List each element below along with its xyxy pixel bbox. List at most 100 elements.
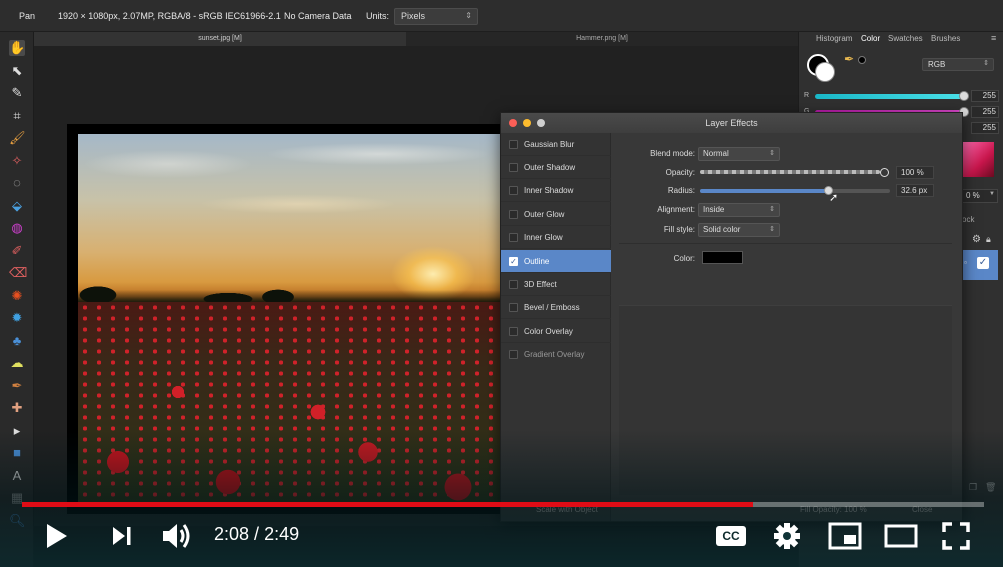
effect-checkbox[interactable]: [509, 186, 518, 195]
effect-outer-shadow[interactable]: Outer Shadow: [501, 156, 611, 179]
volume-icon[interactable]: [160, 520, 194, 552]
color-mode-select[interactable]: RGB ⇕: [922, 58, 994, 71]
fill-style-select[interactable]: Solid color ⇕: [698, 223, 780, 237]
layer-opacity-field[interactable]: 0 % ▼: [962, 189, 998, 203]
layer-lock-icon[interactable]: ▫: [964, 258, 967, 267]
lock-icon[interactable]: 🔒︎: [986, 234, 991, 245]
effect-gaussian-blur[interactable]: Gaussian Blur: [501, 133, 611, 156]
blend-mode-select[interactable]: Normal ⇕: [698, 147, 780, 161]
move-tool-icon[interactable]: ⬉: [9, 63, 25, 79]
zoom-window-icon[interactable]: [537, 119, 545, 127]
selection-brush-tool-icon[interactable]: ✧: [9, 153, 25, 169]
green-channel-value[interactable]: 255: [971, 106, 999, 118]
effect-bevel-emboss[interactable]: Bevel / Emboss: [501, 296, 611, 319]
tab-color[interactable]: Color: [861, 34, 880, 43]
crop-tool-icon[interactable]: ⌗: [9, 108, 25, 124]
select-arrows-icon: ⇕: [983, 60, 989, 67]
effect-checkbox[interactable]: [509, 303, 518, 312]
opacity-label: Opacity:: [665, 168, 695, 177]
blend-mode-label: Blend mode:: [650, 149, 695, 158]
mouse-cursor-icon: ➚: [829, 192, 839, 204]
flood-fill-tool-icon[interactable]: ⬙: [9, 198, 25, 214]
smudge-tool-icon[interactable]: ☁: [9, 355, 25, 371]
effect-inner-shadow[interactable]: Inner Shadow: [501, 179, 611, 202]
close-window-icon[interactable]: [509, 119, 517, 127]
units-select[interactable]: Pixels ⇕: [394, 8, 478, 25]
effect-outer-glow[interactable]: Outer Glow: [501, 203, 611, 226]
stroke-color-well[interactable]: [815, 62, 835, 82]
color-picker-tool-icon[interactable]: ✎: [9, 85, 25, 101]
color-wells[interactable]: [807, 52, 839, 84]
select-arrows-icon: ⇕: [769, 206, 775, 213]
current-time: 2:08: [214, 524, 250, 544]
opacity-value[interactable]: 100 %: [896, 166, 934, 179]
fullscreen-icon[interactable]: [942, 522, 970, 550]
blur-tool-icon[interactable]: ✒: [9, 378, 25, 394]
document-info: 1920 × 1080px, 2.07MP, RGBA/8 - sRGB IEC…: [58, 11, 281, 21]
red-slider-knob[interactable]: [959, 91, 969, 101]
alignment-select[interactable]: Inside ⇕: [698, 203, 780, 217]
tab-swatches[interactable]: Swatches: [888, 34, 923, 43]
color-spectrum-box[interactable]: [962, 142, 994, 177]
play-icon[interactable]: [44, 522, 70, 550]
effect-checkbox[interactable]: [509, 280, 518, 289]
paint-brush-tool-icon[interactable]: 🖌︎: [9, 130, 26, 146]
effect-inner-glow[interactable]: Inner Glow: [501, 226, 611, 249]
outline-color-swatch[interactable]: [702, 251, 743, 264]
effect-color-overlay[interactable]: Color Overlay: [501, 320, 611, 343]
red-channel-label: R: [804, 92, 810, 99]
chevron-down-icon: ▼: [989, 191, 995, 197]
effect-checkbox[interactable]: [509, 233, 518, 242]
select-arrows-icon: ⇕: [769, 150, 775, 157]
next-icon[interactable]: [110, 524, 134, 548]
red-channel-slider[interactable]: [815, 94, 963, 99]
effect-3d[interactable]: 3D Effect: [501, 273, 611, 296]
burn-tool-icon[interactable]: ✹: [9, 310, 25, 326]
dialog-title-bar[interactable]: Layer Effects: [501, 113, 962, 133]
gradient-tool-icon[interactable]: ◍: [9, 220, 25, 236]
healing-tool-icon[interactable]: ✚: [9, 400, 25, 416]
erase-brush-tool-icon[interactable]: ⌫: [9, 265, 27, 281]
opacity-slider[interactable]: [700, 170, 880, 174]
effect-outline[interactable]: ✓ Outline: [501, 250, 611, 273]
color-mode-value: RGB: [928, 60, 946, 69]
clone-tool-icon[interactable]: ♣: [9, 333, 25, 349]
effect-checkbox[interactable]: [509, 140, 518, 149]
alignment-label: Alignment:: [657, 205, 695, 214]
picked-color-dot: [858, 56, 866, 64]
gear-icon[interactable]: [772, 521, 802, 551]
effect-checkbox[interactable]: [509, 210, 518, 219]
doc-tab-sunset[interactable]: sunset.jpg [M]: [34, 32, 406, 46]
gear-icon[interactable]: ⚙: [972, 234, 981, 245]
red-channel-value[interactable]: 255: [971, 90, 999, 102]
layer-visibility-checkbox[interactable]: ✓: [977, 257, 989, 269]
selected-layer-row[interactable]: ▫ ✓: [962, 250, 998, 280]
effect-checkbox-checked[interactable]: ✓: [509, 257, 518, 266]
effect-label: Inner Shadow: [524, 186, 574, 195]
radius-slider-fill: [700, 189, 830, 193]
minimize-window-icon[interactable]: [523, 119, 531, 127]
doc-tab-hammer[interactable]: Hammer.png [M]: [406, 32, 798, 46]
tab-brushes[interactable]: Brushes: [931, 34, 960, 43]
photo-clouds: [78, 134, 518, 244]
miniplayer-icon[interactable]: [828, 522, 862, 550]
captions-button[interactable]: CC: [716, 526, 746, 546]
pixel-tool-icon[interactable]: ✐: [9, 243, 25, 259]
panel-menu-icon[interactable]: ≡: [991, 33, 996, 43]
select-arrows-icon: ⇕: [465, 11, 472, 20]
radius-value[interactable]: 32.6 px: [896, 184, 934, 197]
effect-label: Outer Glow: [524, 210, 565, 219]
effect-gradient-overlay[interactable]: Gradient Overlay: [501, 343, 611, 366]
effect-checkbox[interactable]: [509, 327, 518, 336]
opacity-slider-knob[interactable]: [880, 168, 889, 177]
marquee-tool-icon[interactable]: ◌: [9, 175, 25, 191]
hand-tool-icon[interactable]: ✋: [9, 40, 25, 56]
effect-checkbox[interactable]: [509, 163, 518, 172]
theater-mode-icon[interactable]: [884, 524, 918, 548]
effect-checkbox[interactable]: [509, 350, 518, 359]
eyedropper-icon[interactable]: ✒: [844, 52, 854, 66]
tab-histogram[interactable]: Histogram: [816, 34, 852, 43]
dialog-title: Layer Effects: [705, 118, 758, 128]
blue-channel-value[interactable]: 255: [971, 122, 999, 134]
dodge-tool-icon[interactable]: ✺: [9, 288, 25, 304]
